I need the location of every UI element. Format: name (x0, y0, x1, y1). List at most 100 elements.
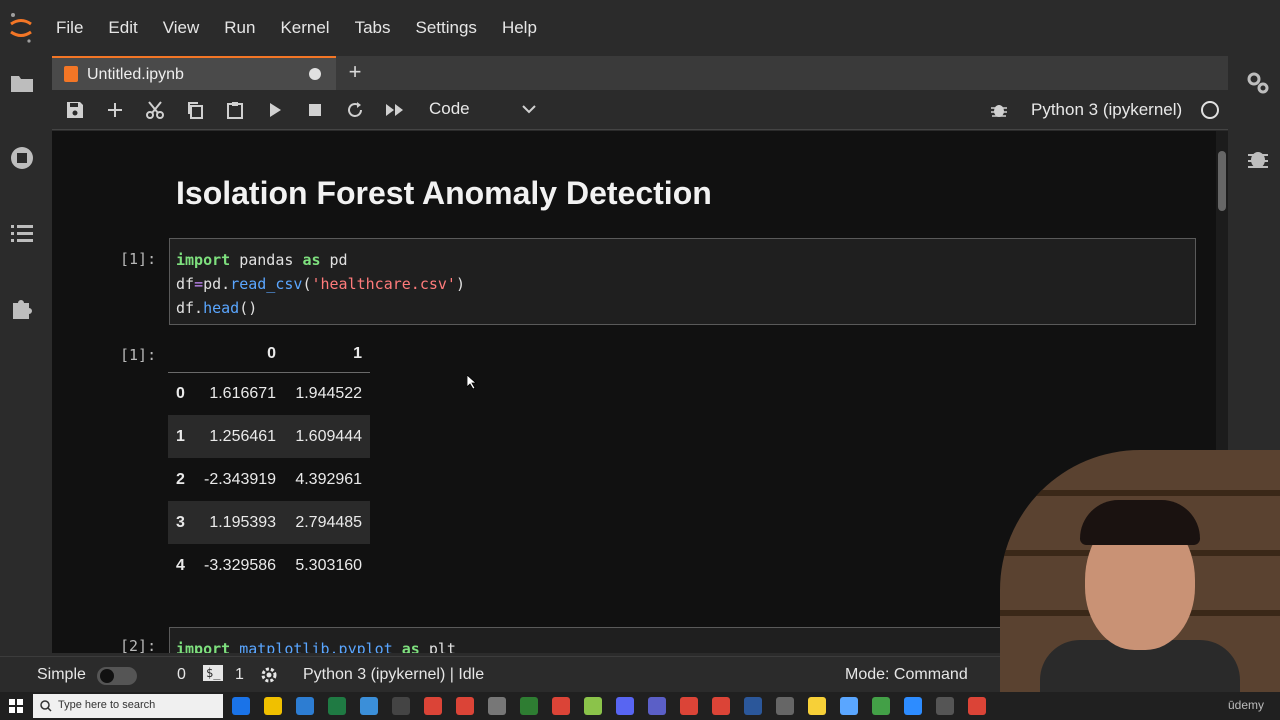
excel-app-icon[interactable] (328, 697, 346, 715)
table-row: 0 1.616671 1.944522 (168, 372, 371, 415)
code-line-1: import pandas as pd (176, 251, 348, 269)
edge-app-icon[interactable] (232, 697, 250, 715)
app-icon-5[interactable] (936, 697, 954, 715)
terminal-count: 1 (235, 666, 244, 683)
chrome-app-icon-2[interactable] (456, 697, 474, 715)
copy-icon[interactable] (183, 98, 207, 122)
table-cell: 4.392961 (295, 470, 363, 488)
new-launcher-button[interactable]: + (345, 59, 365, 85)
row-index: 1 (176, 427, 185, 445)
kernel-name-button[interactable]: Python 3 (ipykernel) (1031, 100, 1182, 120)
debugger-icon[interactable] (1245, 145, 1271, 171)
debug-icon[interactable] (987, 98, 1011, 122)
cell-type-select[interactable]: Code (429, 99, 537, 119)
property-inspector-icon[interactable] (1245, 70, 1271, 96)
interrupt-kernel-icon[interactable] (303, 98, 327, 122)
app-icon-4[interactable] (872, 697, 890, 715)
unsaved-dot-icon[interactable] (309, 68, 321, 80)
app-icon-2[interactable] (520, 697, 538, 715)
person-hair (1080, 500, 1200, 545)
menu-tabs[interactable]: Tabs (355, 18, 391, 38)
chrome-app-icon-4[interactable] (680, 697, 698, 715)
left-sidebar (0, 56, 44, 656)
column-header: 1 (284, 336, 371, 373)
chrome-app-icon-3[interactable] (552, 697, 570, 715)
chrome-app-icon-5[interactable] (712, 697, 730, 715)
teams-app-icon[interactable] (648, 697, 666, 715)
tab-notebook[interactable]: Untitled.ipynb (52, 56, 336, 90)
terminal-icon[interactable]: $_ (203, 665, 224, 681)
kernel-status-text[interactable]: Python 3 (ipykernel) | Idle (303, 666, 484, 684)
code-cell-1[interactable]: import pandas as pd df=pd.read_csv('heal… (169, 238, 1196, 325)
zoom-app-icon[interactable] (904, 697, 922, 715)
folder-icon[interactable] (9, 70, 35, 96)
running-sessions-icon[interactable] (9, 145, 35, 171)
menu-settings[interactable]: Settings (416, 18, 477, 38)
mouse-cursor-icon (467, 375, 477, 389)
table-cell: -2.343919 (204, 470, 277, 488)
cell-type-value: Code (429, 99, 470, 118)
table-row: 2 -2.343919 4.392961 (168, 458, 371, 501)
sticky-notes-icon[interactable] (808, 697, 826, 715)
menu-kernel[interactable]: Kernel (280, 18, 329, 38)
table-cell: 1.195393 (209, 513, 277, 531)
notepad-app-icon[interactable] (584, 697, 602, 715)
tab-bar: Untitled.ipynb + (52, 56, 1228, 90)
paste-icon[interactable] (223, 98, 247, 122)
search-icon (40, 700, 52, 712)
store-app-icon[interactable] (296, 697, 314, 715)
taskbar-search[interactable]: Type here to search (33, 694, 223, 718)
menubar: File Edit View Run Kernel Tabs Settings … (0, 0, 1280, 56)
code-line-2: df=pd.read_csv('healthcare.csv') (176, 275, 465, 293)
simple-mode-toggle[interactable] (97, 667, 137, 685)
menu-help[interactable]: Help (502, 18, 537, 38)
settings-app-icon[interactable] (392, 697, 410, 715)
table-cell: 1.256461 (209, 427, 277, 445)
file-explorer-icon[interactable] (264, 697, 282, 715)
chrome-app-icon[interactable] (424, 697, 442, 715)
discord-app-icon[interactable] (616, 697, 634, 715)
menu-items: File Edit View Run Kernel Tabs Settings … (56, 0, 562, 56)
app-icon[interactable] (488, 697, 506, 715)
windows-taskbar: Type here to search (0, 692, 1280, 720)
toggle-knob (100, 669, 114, 683)
table-row: 3 1.195393 2.794485 (168, 501, 371, 544)
notebook-toolbar: Code Python 3 (ipykernel) (52, 90, 1228, 130)
chevron-down-icon (522, 105, 536, 114)
restart-kernel-icon[interactable] (343, 98, 367, 122)
scrollbar-thumb[interactable] (1218, 151, 1226, 211)
table-of-contents-icon[interactable] (9, 220, 35, 246)
calculator-app-icon[interactable] (776, 697, 794, 715)
run-icon[interactable] (263, 98, 287, 122)
jupyter-logo-icon[interactable] (8, 12, 34, 44)
menu-edit[interactable]: Edit (108, 18, 137, 38)
table-cell: -3.329586 (204, 556, 277, 574)
save-icon[interactable] (63, 98, 87, 122)
menu-run[interactable]: Run (224, 18, 255, 38)
row-index: 0 (176, 384, 185, 402)
mail-app-icon[interactable] (360, 697, 378, 715)
windows-start-icon[interactable] (9, 699, 23, 713)
table-cell: 1.616671 (209, 384, 277, 402)
index-header (168, 336, 196, 373)
chrome-app-icon-6[interactable] (968, 697, 986, 715)
menu-view[interactable]: View (163, 18, 200, 38)
extensions-icon[interactable] (9, 295, 35, 321)
mode-indicator: Mode: Command (845, 666, 968, 683)
bookshelf (1000, 490, 1280, 496)
table-cell: 1.609444 (295, 427, 363, 445)
row-index: 3 (176, 513, 185, 531)
word-app-icon[interactable] (744, 697, 762, 715)
table-header-row: 0 1 (168, 336, 371, 373)
menu-file[interactable]: File (56, 18, 83, 38)
cut-icon[interactable] (143, 98, 167, 122)
code-line-3: df.head() (176, 299, 258, 317)
table-cell: 2.794485 (295, 513, 363, 531)
restart-run-all-icon[interactable] (383, 98, 407, 122)
app-icon-3[interactable] (840, 697, 858, 715)
settings-gear-icon[interactable] (260, 666, 278, 684)
notebook-icon (64, 66, 78, 82)
insert-cell-icon[interactable] (103, 98, 127, 122)
table-row: 1 1.256461 1.609444 (168, 415, 371, 458)
simple-mode-label: Simple (37, 666, 86, 683)
